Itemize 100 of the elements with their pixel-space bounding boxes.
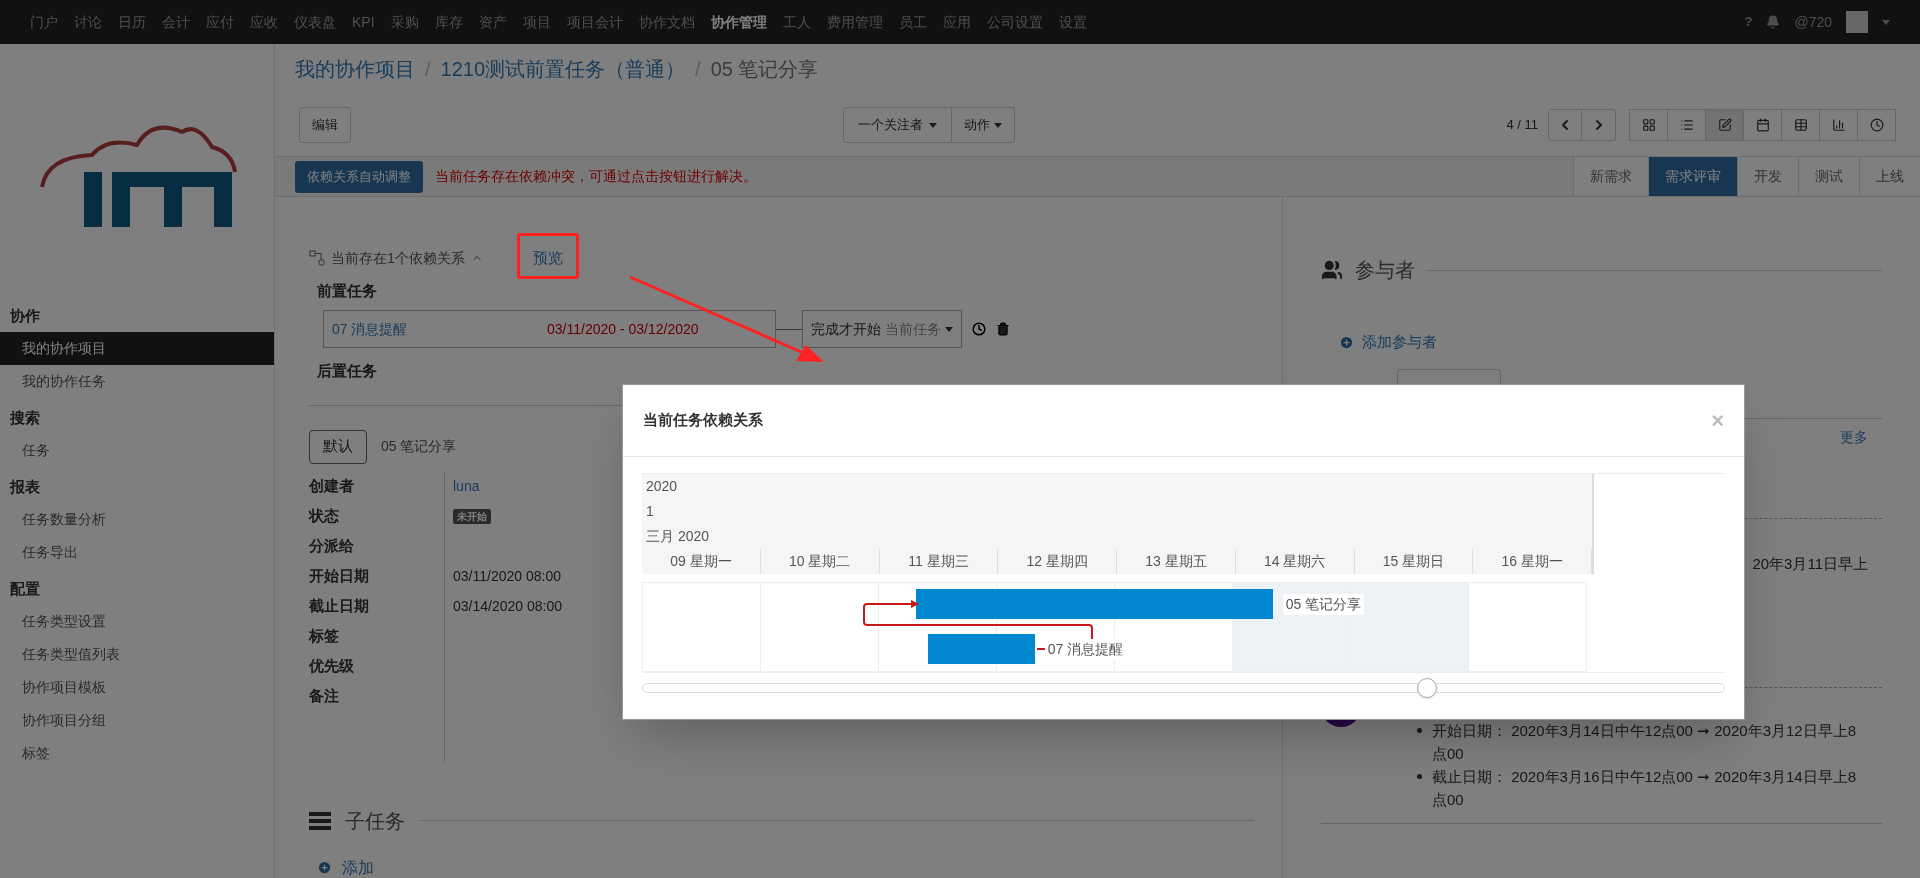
nav-link[interactable]: 协作管理 [710,11,767,33]
bar-chart-icon [1831,118,1846,132]
nav-link[interactable]: 仪表盘 [294,11,336,33]
day-header: 09 星期一 [642,549,761,574]
task-title: 05 笔记分享 [381,437,457,456]
nav-link[interactable]: 工人 [782,11,811,33]
task-dates: 03/11/2020 - 03/12/2020 [547,319,699,339]
nav-link[interactable]: 应付 [206,11,234,33]
day-header: 14 星期六 [1235,549,1355,574]
nav-link[interactable]: 日历 [118,11,146,33]
caret-icon[interactable] [1882,19,1890,25]
nav-link[interactable]: 项目会计 [566,11,623,33]
nav-link[interactable]: 讨论 [74,11,102,33]
day-header: 16 星期一 [1473,549,1592,574]
nav-link[interactable]: 会计 [162,11,190,33]
more-link[interactable]: 更多 [1840,426,1868,448]
preview-link[interactable]: 预览 [518,249,577,266]
sidebar-section-title: 搜索 [9,407,41,428]
nav-link[interactable]: 公司设置 [986,11,1043,33]
next-button[interactable] [1582,109,1616,141]
breadcrumb-separator: / [425,57,431,82]
view-switch-button[interactable] [1705,109,1744,141]
add-icon[interactable] [317,860,332,875]
view-switch-button[interactable] [1819,109,1858,141]
day-header: 11 星期三 [879,549,999,574]
sidebar-item[interactable]: 协作项目模板 [0,671,274,704]
view-switch-button[interactable] [1743,109,1782,141]
view-switch-button[interactable] [1629,109,1668,141]
sidebar-item[interactable]: 任务导出 [0,536,274,569]
calendar-icon [1755,118,1770,132]
nav-link[interactable]: 门户 [30,11,58,33]
field-value: 03/11/2020 08:00 [453,567,561,586]
nav-link[interactable]: 资产 [478,11,507,33]
nav-link[interactable]: 应用 [942,11,971,33]
nav-link[interactable]: 设置 [1058,11,1087,33]
dependency-summary: 当前存在1个依赖关系 [331,248,465,268]
delete-icon[interactable] [996,322,1010,336]
view-switch-button[interactable] [1781,109,1820,141]
conflict-message: 当前任务存在依赖冲突，可通过点击按钮进行解决。 [435,167,758,186]
list-icon [1679,118,1694,132]
user-handle[interactable]: @720 [1794,11,1832,33]
default-button[interactable]: 默认 [309,429,367,464]
sidebar-item[interactable]: 标签 [0,737,274,770]
predecessor-heading: 前置任务 [316,280,378,301]
slider-thumb[interactable] [1416,678,1437,698]
breadcrumb-link[interactable]: 我的协作项目 [295,54,415,84]
sidebar-item[interactable]: 协作项目分组 [0,704,274,737]
action-dropdown[interactable]: 动作 [951,107,1015,143]
previous-button[interactable] [1548,109,1582,141]
breadcrumb-link[interactable]: 1210测试前置任务（普通） [440,54,686,84]
edit-button[interactable]: 编辑 [299,107,351,143]
add-subtask-link[interactable]: 添加 [342,855,374,878]
sidebar-item[interactable]: 任务 [0,434,274,467]
close-button[interactable]: × [1711,409,1724,432]
view-switch-button[interactable] [1667,109,1706,141]
field-label: 标签 [309,626,340,647]
subtasks-heading: 子任务 [345,808,405,834]
sidebar-section-title: 协作 [9,305,41,326]
sidebar-item[interactable]: 任务类型设置 [0,605,274,638]
grid-icon [1641,118,1656,132]
sidebar-item[interactable]: 我的协作任务 [0,365,274,398]
field-value: 03/14/2020 08:00 [453,597,562,616]
sidebar-section-title: 配置 [9,578,41,599]
stage-step[interactable]: 上线 [1859,157,1920,196]
view-switch-button[interactable] [1857,109,1896,141]
sidebar-item[interactable]: 任务类型值列表 [0,638,274,671]
year-label: 2020 [645,477,679,496]
field-label: 截止日期 [309,596,370,617]
day-header: 10 星期二 [760,549,880,574]
auto-adjust-button[interactable]: 依赖关系自动调整 [295,160,423,193]
sidebar-item[interactable]: 任务数量分析 [0,503,274,536]
add-participant-link[interactable]: 添加参与者 [1362,331,1437,354]
task-bar-label: 05 笔记分享 [1282,594,1365,615]
stage-step[interactable]: 开发 [1737,157,1798,196]
relation-target: 当前任务 [885,319,941,339]
stage-step[interactable]: 测试 [1798,157,1859,196]
nav-link[interactable]: 应收 [250,11,278,33]
sidebar-item[interactable]: 我的协作项目 [0,332,274,365]
creator-link[interactable]: luna [453,476,480,497]
edit-icon [1717,118,1732,132]
relation-dropdown[interactable]: 完成才开始 当前任务 [802,310,962,348]
field-label: 分派给 [309,536,355,557]
nav-link[interactable]: 采购 [390,11,419,33]
highlight-frame [516,233,579,279]
stage-step[interactable]: 新需求 [1573,157,1648,196]
bell-icon[interactable] [1766,15,1781,29]
dialog-title: 当前任务依赖关系 [643,410,763,431]
nav-link[interactable]: 库存 [434,11,463,33]
add-icon[interactable] [1339,334,1354,350]
clock-icon[interactable] [972,322,986,336]
stage-step[interactable]: 需求评审 [1648,157,1737,196]
predecessor-task-field[interactable]: 07 消息提醒 03/11/2020 - 03/12/2020 [323,310,776,348]
nav-link[interactable]: 员工 [898,11,927,33]
nav-link[interactable]: 协作文档 [638,11,695,33]
nav-link[interactable]: 项目 [522,11,551,33]
nav-link[interactable]: KPI [352,11,375,33]
caret-icon [928,122,937,128]
task-link[interactable]: 07 消息提醒 [332,318,547,340]
help-link[interactable]: ? [1744,12,1753,32]
field-label: 开始日期 [309,566,370,587]
